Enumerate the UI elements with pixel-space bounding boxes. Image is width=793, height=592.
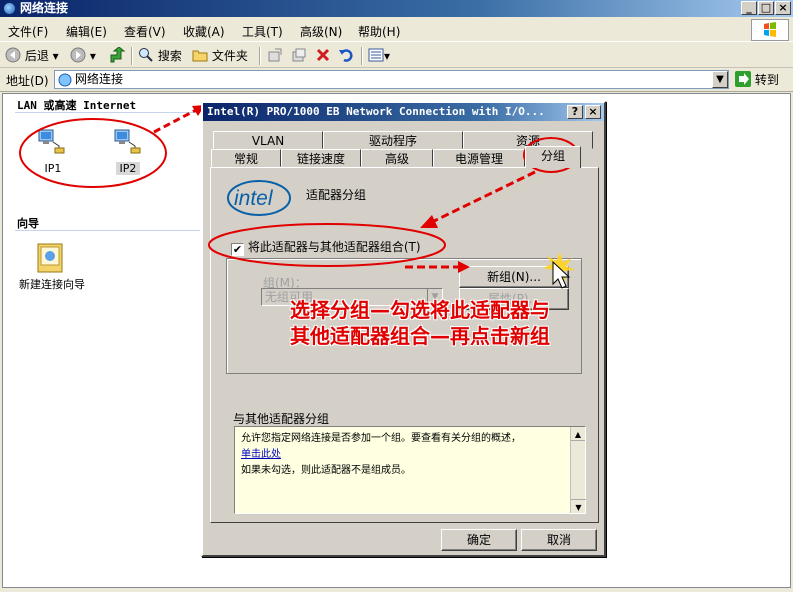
annotation-overlay [208, 137, 579, 289]
annotation-line1: 选择分组—勾选将此适配器与 [290, 298, 550, 322]
tab-teaming[interactable]: 分组 [525, 146, 581, 168]
annotation-line2: 其他适配器组合—再点击新组 [290, 324, 550, 348]
annotation-text: 选择分组—勾选将此适配器与 其他适配器组合—再点击新组 [290, 297, 610, 349]
